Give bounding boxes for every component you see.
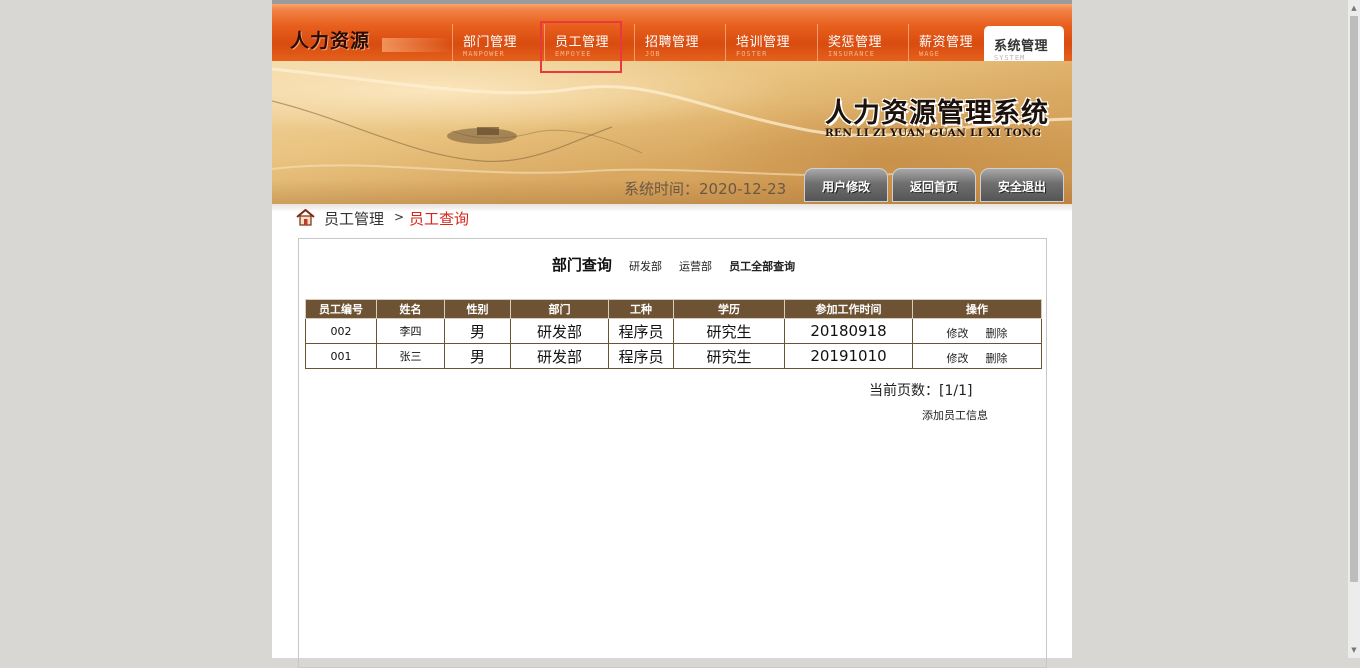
page-container: 人力资源 部门管理 MANPOWER 员工管理 EMPOYEE 招聘管理 JOB… [272,0,1072,668]
department-query-title: 部门查询 [551,256,612,274]
scroll-up-arrow-icon[interactable]: ▲ [1348,2,1360,14]
system-title: 人力资源管理系统 [825,98,1049,129]
nav-employee-sub: EMPOYEE [555,50,592,58]
col-header-name: 姓名 [376,299,445,319]
breadcrumb-shadow-decoration [272,204,1072,212]
col-header-start-date: 参加工作时间 [784,299,913,319]
nav-training[interactable]: 培训管理 FOSTER [725,24,815,61]
cell-start-date: 20180918 [784,318,913,344]
back-home-button[interactable]: 返回首页 [892,168,976,202]
nav-reward-punishment-label: 奖惩管理 [828,35,883,50]
nav-reward-punishment-sub: INSURANCE [828,50,875,58]
cell-department: 研发部 [510,343,609,369]
dept-link-operations[interactable]: 运营部 [679,260,712,273]
nav-training-label: 培训管理 [736,35,791,50]
nav-recruitment-label: 招聘管理 [645,35,700,50]
department-query-bar: 部门查询 研发部 运营部 员工全部查询 [299,254,1048,275]
system-subtitle: REN LI ZI YUAN GUAN LI XI TONG [825,127,1042,139]
nav-recruitment[interactable]: 招聘管理 JOB [634,24,724,61]
breadcrumb-parent[interactable]: 员工管理 [324,208,384,229]
cell-education: 研究生 [673,318,785,344]
cell-education: 研究生 [673,343,785,369]
delete-link[interactable]: 删除 [986,327,1008,340]
home-icon[interactable] [296,209,315,226]
cell-gender: 男 [444,318,511,344]
content-panel: 部门查询 研发部 运营部 员工全部查询 员工编号 姓名 性别 部门 工种 学历 … [298,238,1047,668]
cell-gender: 男 [444,343,511,369]
add-employee-link[interactable]: 添加员工信息 [922,407,988,423]
all-employees-query-link[interactable]: 员工全部查询 [729,260,795,273]
system-time: 系统时间：2020-12-23 [624,180,787,198]
col-header-gender: 性别 [444,299,511,319]
nav-training-sub: FOSTER [736,50,768,58]
cell-actions: 修改 删除 [912,343,1042,369]
col-header-department: 部门 [510,299,609,319]
cell-start-date: 20191010 [784,343,913,369]
col-header-actions: 操作 [912,299,1042,319]
breadcrumb-separator: > [394,210,405,224]
cell-id: 002 [305,318,377,344]
scrollbar-thumb[interactable] [1350,16,1358,582]
nav-employee[interactable]: 员工管理 EMPOYEE [544,24,634,61]
table-row: 002 李四 男 研发部 程序员 研究生 20180918 修改 删除 [305,318,1042,344]
edit-link[interactable]: 修改 [946,352,968,365]
col-header-id: 员工编号 [305,299,377,319]
cell-actions: 修改 删除 [912,318,1042,344]
scroll-down-arrow-icon[interactable]: ▼ [1348,644,1360,656]
nav-system[interactable]: 系统管理 SYSTEM [984,26,1064,65]
cell-id: 001 [305,343,377,369]
col-header-education: 学历 [673,299,785,319]
table-row: 001 张三 男 研发部 程序员 研究生 20191010 修改 删除 [305,343,1042,369]
table-header-row: 员工编号 姓名 性别 部门 工种 学历 参加工作时间 操作 [305,299,1042,319]
vertical-scrollbar[interactable]: ▲ ▼ [1348,0,1360,658]
nav-department[interactable]: 部门管理 MANPOWER [452,24,542,61]
dept-link-rnd[interactable]: 研发部 [629,260,662,273]
logout-button[interactable]: 安全退出 [980,168,1064,202]
nav-recruitment-sub: JOB [645,50,661,58]
nav-employee-label: 员工管理 [555,35,610,50]
modify-user-button[interactable]: 用户修改 [804,168,888,202]
nav-department-sub: MANPOWER [463,50,505,58]
header-banner: 人力资源管理系统 REN LI ZI YUAN GUAN LI XI TONG … [272,61,1072,204]
employee-table: 员工编号 姓名 性别 部门 工种 学历 参加工作时间 操作 002 李四 男 研… [305,299,1042,369]
nav-system-label: 系统管理 [994,39,1049,54]
edit-link[interactable]: 修改 [946,327,968,340]
logo-streak-decoration [382,38,452,52]
breadcrumb-current: 员工查询 [409,210,470,228]
cell-job: 程序员 [608,343,674,369]
pagination-info: 当前页数：[1/1] [869,383,973,399]
cell-name: 张三 [376,343,445,369]
nav-reward-punishment[interactable]: 奖惩管理 INSURANCE [817,24,907,61]
cell-name: 李四 [376,318,445,344]
logo-text: 人力资源 [290,30,371,52]
delete-link[interactable]: 删除 [986,352,1008,365]
top-nav-bar: 人力资源 部门管理 MANPOWER 员工管理 EMPOYEE 招聘管理 JOB… [272,0,1072,65]
nav-department-label: 部门管理 [463,35,518,50]
col-header-job: 工种 [608,299,674,319]
cell-job: 程序员 [608,318,674,344]
cell-department: 研发部 [510,318,609,344]
